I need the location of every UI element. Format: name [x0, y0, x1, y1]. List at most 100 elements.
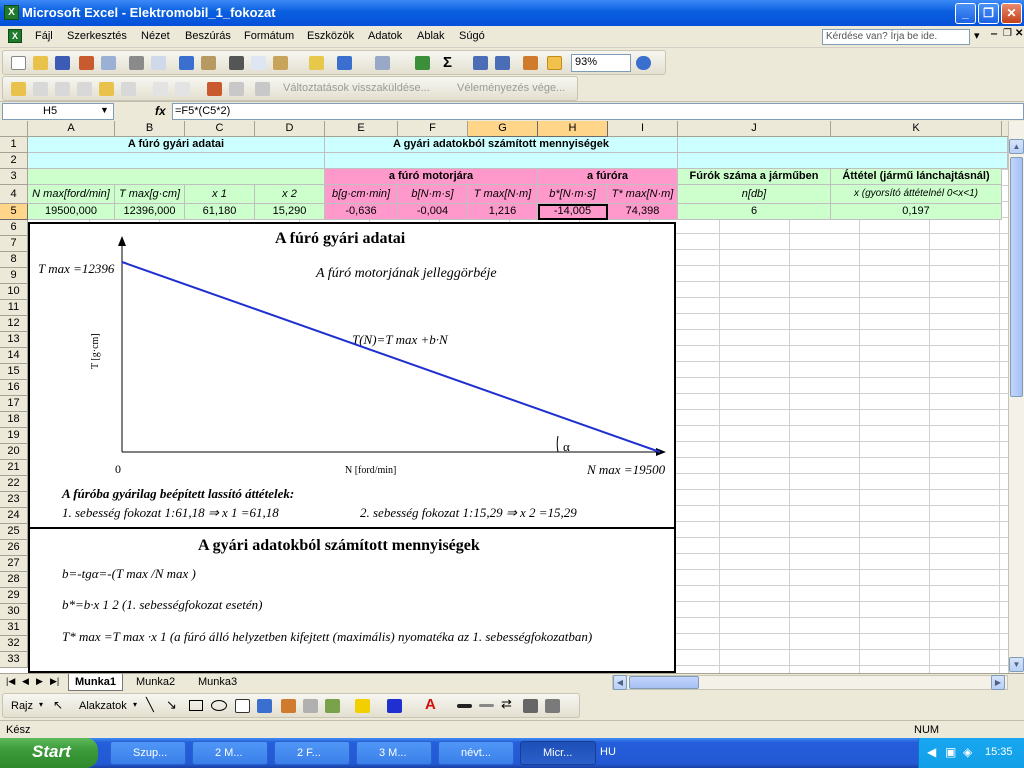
scroll-up-button[interactable]: ▲ — [1009, 139, 1024, 154]
cell-e4[interactable]: b[g·cm·min] — [325, 185, 398, 204]
tab-nav-last-icon[interactable]: ▶| — [50, 676, 59, 687]
sort-descending-icon[interactable] — [495, 56, 510, 70]
hyperlink-icon[interactable] — [415, 56, 430, 70]
row-header-4[interactable]: 4 — [0, 185, 28, 204]
cell-h5-selected[interactable]: -14,005 — [538, 204, 608, 220]
cell-k4[interactable]: x (gyorsító áttételnél 0<x<1) — [831, 185, 1002, 204]
row-header-21[interactable]: 21 — [0, 460, 28, 476]
row-header-30[interactable]: 30 — [0, 604, 28, 620]
cell-e5[interactable]: -0,636 — [325, 204, 398, 220]
row-header-19[interactable]: 19 — [0, 428, 28, 444]
print-preview-icon[interactable] — [151, 56, 166, 70]
column-header-e[interactable]: E — [325, 121, 398, 137]
language-indicator[interactable]: HU — [600, 746, 616, 758]
review-icon-7[interactable] — [153, 82, 168, 96]
row-header-7[interactable]: 7 — [0, 236, 28, 252]
row-header-33[interactable]: 33 — [0, 652, 28, 668]
line-tool-icon[interactable]: ╲ — [146, 697, 154, 713]
task-firefox-2[interactable]: 2 F... — [274, 741, 350, 765]
review-icon-4[interactable] — [77, 82, 92, 96]
spreadsheet-grid[interactable]: A B C D E F G H I J K 1 2 3 4 5 6 7 8 9 10 11 12 13 1… — [0, 121, 1008, 673]
line-color-icon[interactable] — [387, 699, 402, 713]
menu-window[interactable]: Ablak — [417, 30, 445, 42]
row-header-2[interactable]: 2 — [0, 153, 28, 169]
name-box[interactable]: H5 — [2, 103, 114, 120]
tab-munka2[interactable]: Munka2 — [130, 674, 181, 691]
cell-g5[interactable]: 1,216 — [468, 204, 538, 220]
menu-file[interactable]: Fájl — [35, 30, 53, 42]
menu-view[interactable]: Nézet — [141, 30, 170, 42]
cell-d4[interactable]: x 2 — [255, 185, 325, 204]
redo-icon[interactable] — [375, 56, 390, 70]
fill-color-icon[interactable] — [355, 699, 370, 713]
cell-e3[interactable]: a fúró motorjára — [325, 169, 538, 185]
cell-j2[interactable] — [678, 153, 1008, 169]
menu-data[interactable]: Adatok — [368, 30, 402, 42]
task-word-2[interactable]: 2 M... — [192, 741, 268, 765]
formula-input[interactable]: =F5*(C5*2) — [172, 103, 1024, 120]
cell-f5[interactable]: -0,004 — [398, 204, 468, 220]
horizontal-scroll-thumb[interactable] — [629, 676, 699, 689]
doc-minimize-icon[interactable]: ‒ — [991, 28, 997, 40]
column-header-b[interactable]: B — [115, 121, 185, 137]
row-header-28[interactable]: 28 — [0, 572, 28, 588]
tab-nav-next-icon[interactable]: ▶ — [36, 676, 43, 687]
menu-edit[interactable]: Szerkesztés — [67, 30, 127, 42]
cut-icon[interactable] — [229, 56, 244, 70]
menu-insert[interactable]: Beszúrás — [185, 30, 231, 42]
review-icon-10[interactable] — [229, 82, 244, 96]
row-header-3[interactable]: 3 — [0, 169, 28, 185]
draw-menu-dropdown-icon[interactable]: ▾ — [39, 700, 43, 709]
font-color-icon[interactable]: A — [425, 696, 436, 713]
open-icon[interactable] — [33, 56, 48, 70]
tray-expand-icon[interactable]: ◀ — [927, 745, 936, 759]
row-header-27[interactable]: 27 — [0, 556, 28, 572]
row-header-24[interactable]: 24 — [0, 508, 28, 524]
row-header-17[interactable]: 17 — [0, 396, 28, 412]
spelling-icon[interactable] — [179, 56, 194, 70]
row-header-14[interactable]: 14 — [0, 348, 28, 364]
save-icon[interactable] — [55, 56, 70, 70]
cell-c4[interactable]: x 1 — [185, 185, 255, 204]
tab-nav-first-icon[interactable]: |◀ — [6, 676, 15, 687]
zoom-select[interactable]: 93% — [571, 54, 631, 72]
row-header-26[interactable]: 26 — [0, 540, 28, 556]
row-header-15[interactable]: 15 — [0, 364, 28, 380]
cell-j1[interactable] — [678, 137, 1008, 153]
autoshapes-menu-button[interactable]: Alakzatok — [79, 700, 127, 712]
row-header-9[interactable]: 9 — [0, 268, 28, 284]
autoshapes-dropdown-icon[interactable]: ▾ — [133, 700, 137, 709]
row-header-13[interactable]: 13 — [0, 332, 28, 348]
row-header-31[interactable]: 31 — [0, 620, 28, 636]
cell-h4[interactable]: b*[N·m·s] — [538, 185, 608, 204]
vertical-scrollbar[interactable]: ▲ ▼ — [1008, 121, 1024, 673]
task-excel[interactable]: Micr... — [520, 741, 596, 765]
clock[interactable]: 15:35 — [985, 746, 1013, 758]
cell-i4[interactable]: T* max[N·m] — [608, 185, 678, 204]
security-icon[interactable]: ◈ — [963, 745, 972, 759]
help-dropdown-icon[interactable]: ▾ — [974, 29, 980, 42]
line-style-icon[interactable] — [457, 704, 472, 708]
review-icon-2[interactable] — [33, 82, 48, 96]
research-icon[interactable] — [201, 56, 216, 70]
diagram-tool-icon[interactable] — [281, 699, 296, 713]
cell-e2[interactable] — [325, 153, 678, 169]
embedded-chart[interactable]: A fúró gyári adatai A fúró motorjának je… — [28, 222, 676, 673]
column-header-j[interactable]: J — [678, 121, 831, 137]
cell-b5[interactable]: 12396,000 — [115, 204, 185, 220]
cell-h3[interactable]: a fúróra — [538, 169, 678, 185]
task-szup[interactable]: Szup... — [110, 741, 186, 765]
tab-nav-prev-icon[interactable]: ◀ — [22, 676, 29, 687]
start-button[interactable]: Start — [0, 738, 98, 768]
tab-munka3[interactable]: Munka3 — [192, 674, 243, 691]
horizontal-scrollbar[interactable]: ◀ ▶ — [612, 675, 1008, 690]
cell-a2[interactable] — [28, 153, 325, 169]
row-header-5[interactable]: 5 — [0, 204, 28, 220]
close-button[interactable]: ✕ — [1001, 3, 1022, 24]
cell-i5[interactable]: 74,398 — [608, 204, 678, 220]
column-header-k[interactable]: K — [831, 121, 1002, 137]
picture-tool-icon[interactable] — [325, 699, 340, 713]
chart-wizard-icon[interactable] — [523, 56, 538, 70]
column-header-i[interactable]: I — [608, 121, 678, 137]
cell-a5[interactable]: 19500,000 — [28, 204, 115, 220]
